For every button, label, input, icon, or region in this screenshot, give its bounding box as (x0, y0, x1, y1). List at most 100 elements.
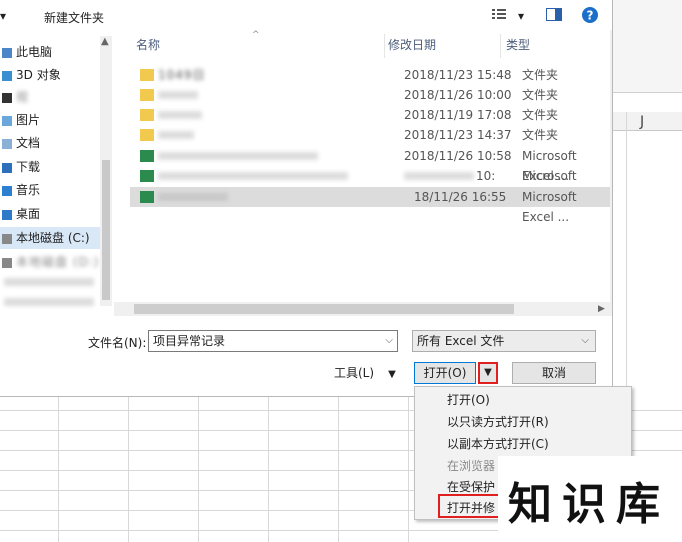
nav-item-drive-c[interactable]: 本地磁盘 (C:) (0, 227, 100, 249)
column-header-row (612, 112, 682, 131)
nav-item-documents[interactable]: 文档 (0, 132, 100, 154)
menu-item-open-protected-view[interactable]: 在受保护 (447, 478, 495, 495)
chevron-down-icon[interactable]: ⌵ (581, 331, 589, 351)
list-vertical-scrollbar[interactable] (610, 30, 612, 306)
file-name: 1049日 (158, 68, 206, 82)
new-folder-button[interactable]: 新建文件夹 (44, 9, 104, 26)
preview-pane-icon[interactable] (546, 8, 562, 21)
navigation-pane: 此电脑 3D 对象 视 图片 文档 下载 音乐 桌面 本地磁盘 (C:) 本地磁… (0, 30, 112, 312)
document-icon (2, 138, 12, 149)
file-name-redacted (158, 193, 228, 201)
scroll-up-icon[interactable]: ▲ (101, 36, 109, 47)
column-header-type[interactable]: 类型 (506, 36, 530, 53)
file-type: 文件夹 (522, 128, 559, 142)
nav-item-label: 此电脑 (16, 45, 53, 59)
folder-icon (140, 69, 154, 81)
excel-ribbon (612, 0, 682, 93)
list-item[interactable]: 1049日 2018/11/23 15:48 文件夹 (130, 65, 610, 85)
svg-text:?: ? (587, 9, 594, 23)
picture-icon (2, 115, 12, 126)
video-icon (2, 92, 12, 103)
file-type: 文件夹 (522, 88, 559, 102)
list-item[interactable]: 2018/11/23 14:37 文件夹 (130, 125, 610, 145)
excel-icon (140, 150, 154, 162)
organize-dropdown-icon[interactable]: ▾ (0, 9, 6, 23)
dialog-toolbar: ▾ 新建文件夹 ▾ ? (0, 0, 612, 30)
tools-dropdown-icon: ▼ (388, 369, 396, 380)
nav-item-label: 音乐 (16, 183, 41, 197)
view-list-icon[interactable] (492, 8, 506, 20)
excel-icon (140, 170, 154, 182)
nav-item-drive-d[interactable]: 本地磁盘 (D:) (0, 251, 100, 273)
column-header-name[interactable]: 名称 (136, 36, 160, 53)
download-icon (2, 162, 12, 173)
menu-item-open-in-browser[interactable]: 在浏览器 (447, 457, 495, 474)
file-name-redacted (158, 152, 318, 160)
list-item[interactable]: 2018/11/19 17:08 文件夹 (130, 105, 610, 125)
column-divider[interactable] (500, 34, 501, 58)
filename-input[interactable]: 项目异常记录 ⌵ (148, 330, 398, 352)
cancel-button[interactable]: 取消 (512, 362, 596, 384)
nav-item-label: 图片 (16, 113, 41, 127)
nav-item-downloads[interactable]: 下载 (0, 156, 100, 178)
nav-item-music[interactable]: 音乐 (0, 179, 100, 201)
nav-item-3d-objects[interactable]: 3D 对象 (0, 64, 100, 86)
filetype-select[interactable]: 所有 Excel 文件 ⌵ (412, 330, 596, 352)
list-item-selected[interactable]: 18/11/26 16:55 Microsoft Excel ... (130, 187, 610, 224)
desktop-icon (2, 209, 12, 220)
filename-label: 文件名(N): (88, 336, 147, 350)
open-button[interactable]: 打开(O) (414, 362, 476, 384)
list-item[interactable]: 10: Microsoft Excel ... (130, 166, 610, 203)
triangle-down-icon: ▼ (484, 367, 492, 378)
column-header-date[interactable]: 修改日期 (388, 36, 436, 53)
excel-icon (140, 191, 154, 203)
column-header-j[interactable]: J (640, 114, 644, 130)
open-dropdown-button[interactable]: ▼ (478, 362, 498, 384)
filename-value: 项目异常记录 (153, 334, 226, 348)
file-name-redacted (158, 131, 194, 139)
file-type: Microsoft Excel ... (522, 190, 577, 224)
nav-item-label: 文档 (16, 136, 41, 150)
file-type: 文件夹 (522, 108, 559, 122)
nav-item-blurred[interactable] (4, 298, 94, 306)
column-divider[interactable] (384, 34, 385, 58)
file-date: 2018/11/23 14:37 (404, 128, 512, 142)
file-date: 2018/11/26 10:00 (404, 88, 512, 102)
file-type: 文件夹 (522, 68, 559, 82)
scroll-right-icon[interactable]: ▶ (598, 304, 605, 314)
file-date: 18/11/26 16:55 (414, 190, 507, 204)
folder-icon (140, 89, 154, 101)
filetype-value: 所有 Excel 文件 (417, 334, 505, 348)
file-name-redacted (158, 172, 348, 180)
list-item[interactable]: 2018/11/26 10:58 Microsoft Excel ... (130, 146, 610, 183)
nav-item-desktop[interactable]: 桌面 (0, 203, 100, 225)
nav-item-label: 本地磁盘 (C:) (16, 231, 90, 245)
chevron-down-icon[interactable]: ⌵ (385, 331, 393, 351)
view-dropdown-icon[interactable]: ▾ (518, 9, 524, 23)
nav-item-label: 本地磁盘 (D:) (16, 255, 100, 269)
file-name-redacted (158, 91, 198, 99)
file-date: 10: (476, 169, 496, 183)
file-date: 2018/11/23 15:48 (404, 68, 512, 82)
file-date: 2018/11/26 10:58 (404, 149, 512, 163)
drive-icon (2, 257, 12, 268)
nav-item-pictures[interactable]: 图片 (0, 109, 100, 131)
nav-item-videos[interactable]: 视 (0, 86, 100, 108)
menu-item-open-as-copy[interactable]: 以副本方式打开(C) (447, 435, 549, 452)
folder-icon (140, 129, 154, 141)
nav-scrollbar-thumb[interactable] (102, 160, 110, 300)
computer-icon (2, 47, 12, 58)
nav-item-blurred[interactable] (4, 278, 94, 286)
file-name-redacted (158, 111, 202, 119)
tools-button[interactable]: 工具(L) ▼ (334, 364, 396, 381)
nav-item-label: 3D 对象 (16, 68, 61, 82)
menu-item-open-read-only[interactable]: 以只读方式打开(R) (447, 413, 549, 430)
horizontal-scrollbar-thumb[interactable] (134, 304, 514, 314)
list-item[interactable]: 2018/11/26 10:00 文件夹 (130, 85, 610, 105)
nav-item-this-pc[interactable]: 此电脑 (0, 41, 100, 63)
file-list: 名称 ^ 修改日期 类型 1049日 2018/11/23 15:48 文件夹 … (114, 30, 612, 306)
help-icon[interactable]: ? (582, 7, 598, 23)
file-date: 2018/11/19 17:08 (404, 108, 512, 122)
sort-up-icon: ^ (252, 30, 260, 40)
menu-item-open[interactable]: 打开(O) (447, 391, 490, 408)
